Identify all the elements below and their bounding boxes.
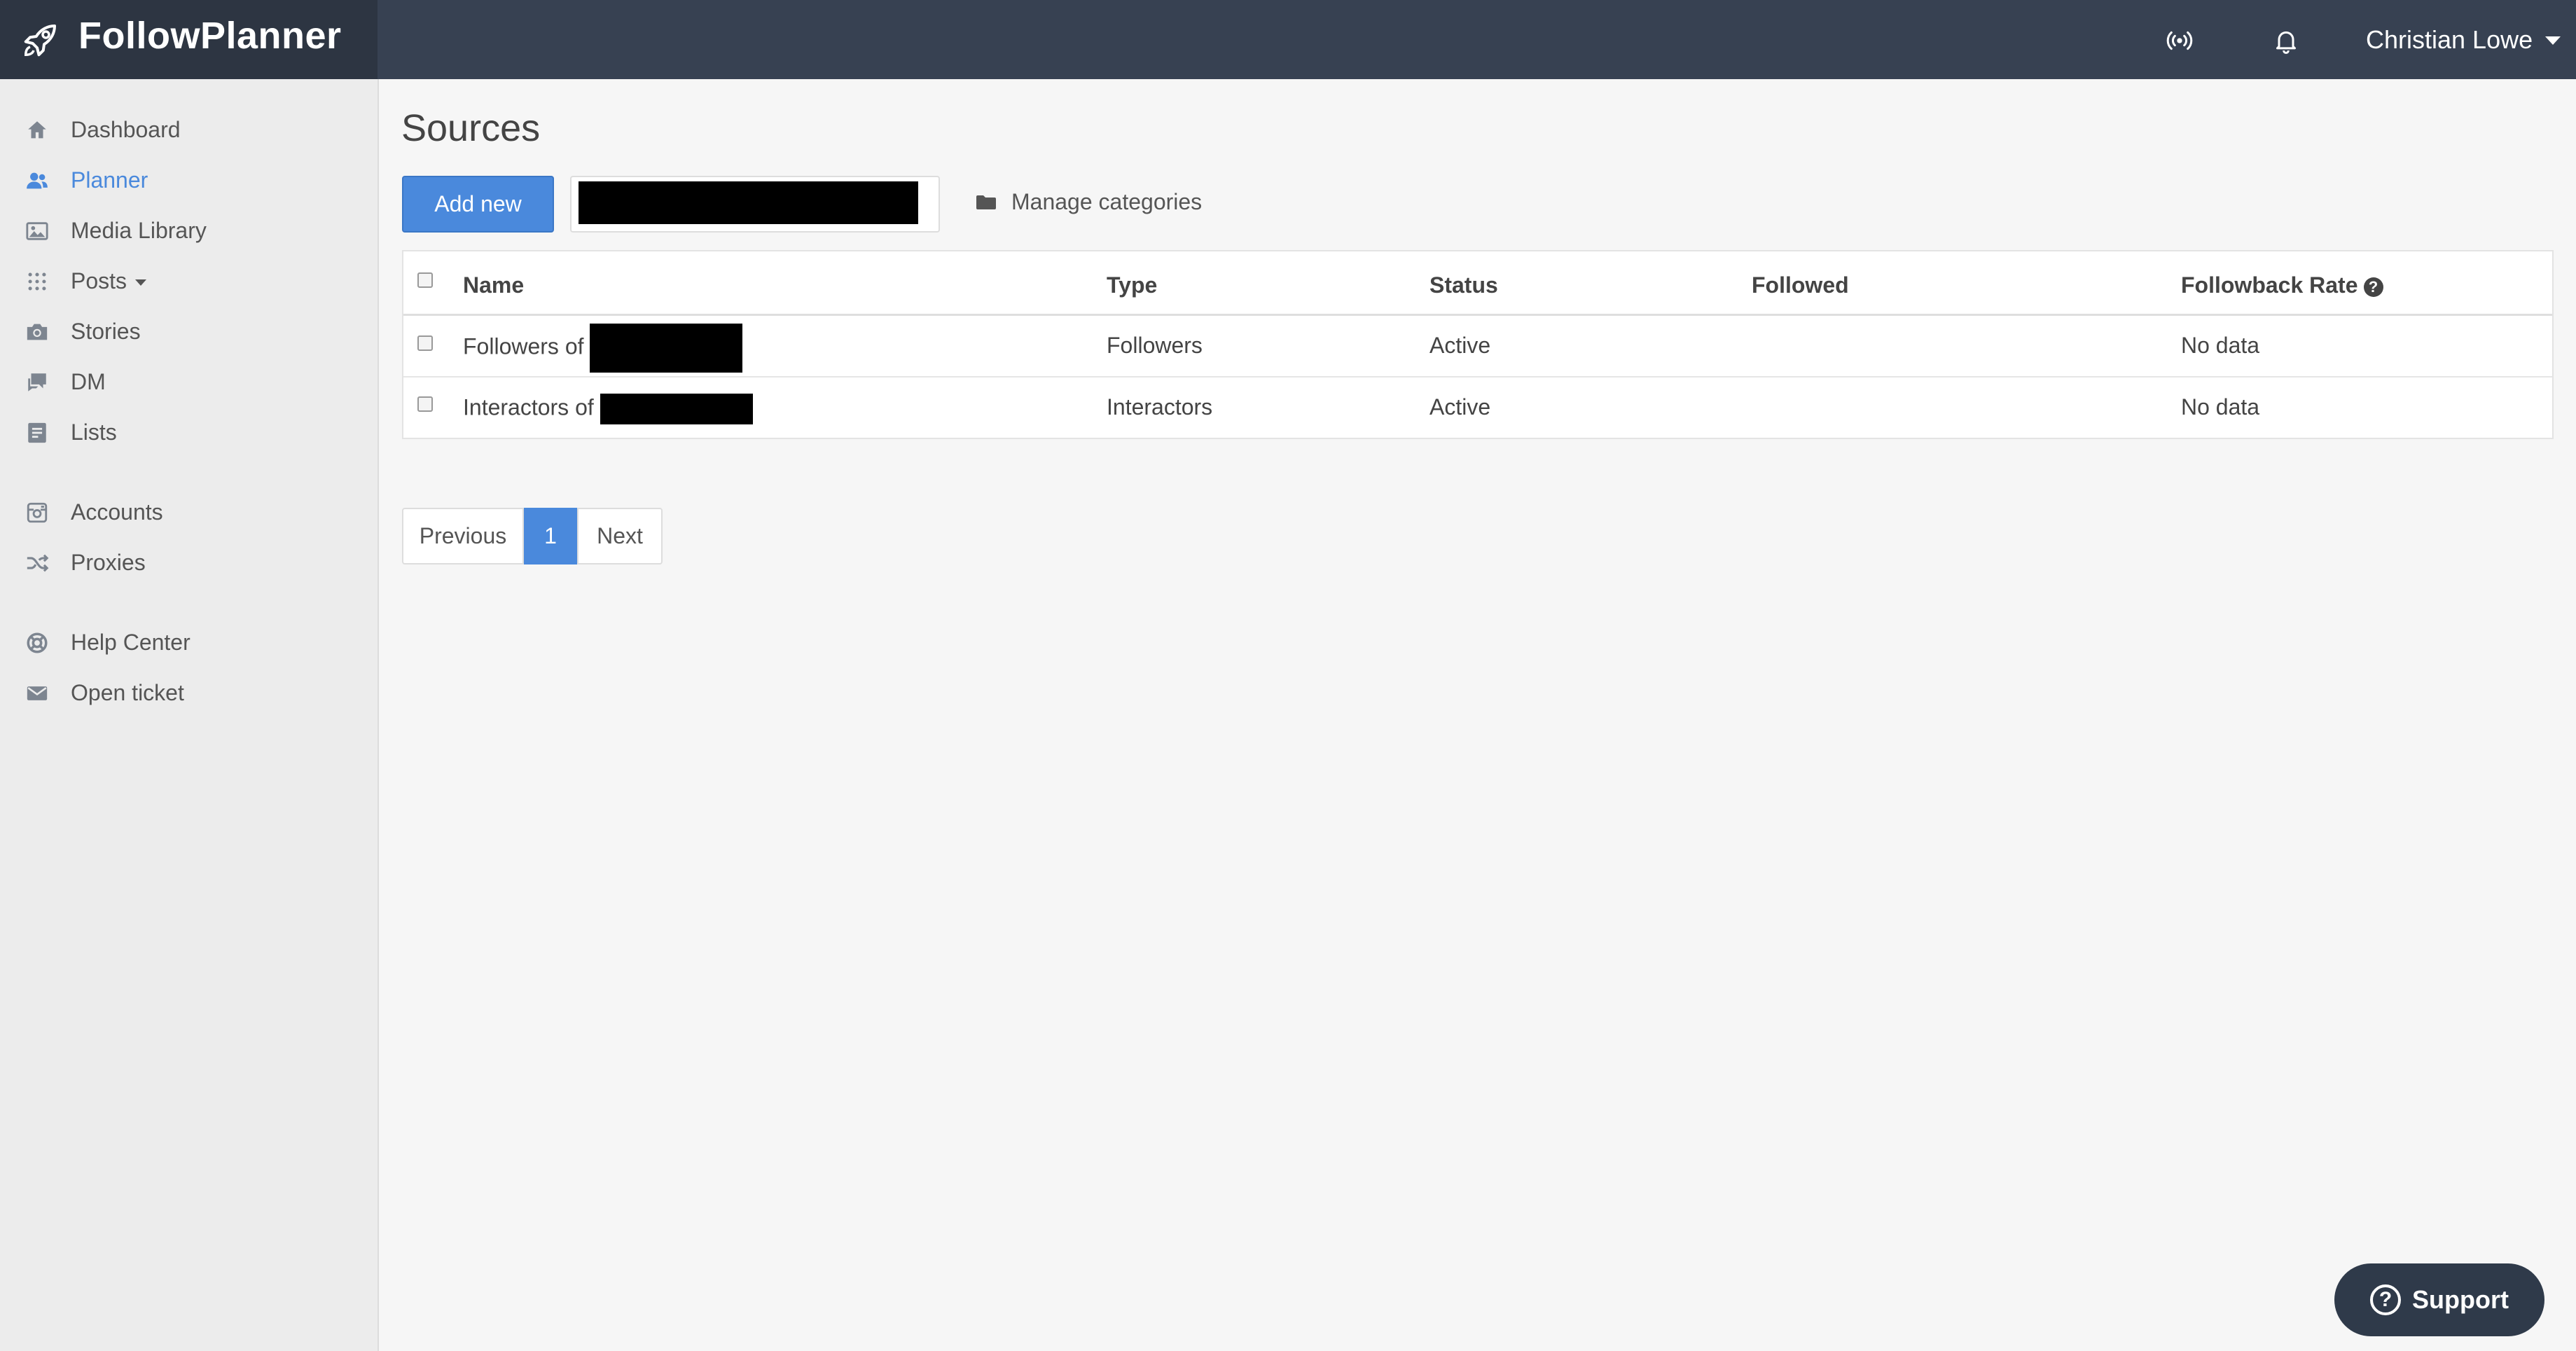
row-name: Interactors of <box>463 394 753 424</box>
header-divider <box>403 314 2552 316</box>
redacted-username <box>590 324 743 373</box>
instagram-icon <box>27 502 48 523</box>
sidebar-item-dm[interactable]: DM <box>0 361 378 403</box>
brand-name: FollowPlanner <box>78 15 342 57</box>
shuffle-icon <box>27 554 49 572</box>
pagination: Previous 1 Next <box>402 508 663 564</box>
envelope-icon <box>27 686 48 700</box>
sidebar-item-posts[interactable]: Posts <box>0 260 378 302</box>
sources-table: Name Type Status Followed Followback Rat… <box>402 250 2554 439</box>
row-checkbox[interactable] <box>417 396 433 412</box>
column-header-status[interactable]: Status <box>1429 272 1498 298</box>
sidebar-item-media-library[interactable]: Media Library <box>0 209 378 251</box>
rocket-icon <box>24 25 56 57</box>
chevron-down-icon <box>2545 36 2561 45</box>
sidebar-item-proxies[interactable]: Proxies <box>0 541 378 583</box>
question-icon[interactable]: ? <box>2363 277 2383 297</box>
lifebuoy-icon <box>27 632 48 653</box>
column-header-followback-rate[interactable]: Followback Rate? <box>2181 272 2383 298</box>
column-header-followed[interactable]: Followed <box>1752 272 1849 298</box>
sidebar-item-open-ticket[interactable]: Open ticket <box>0 672 378 714</box>
next-page-button[interactable]: Next <box>577 508 663 564</box>
user-name: Christian Lowe <box>2366 25 2533 54</box>
user-menu[interactable]: Christian Lowe <box>2366 25 2561 55</box>
support-button[interactable]: ? Support <box>2334 1263 2544 1336</box>
row-type: Interactors <box>1107 394 1213 420</box>
camera-icon <box>27 324 48 340</box>
list-icon <box>28 422 46 443</box>
row-status: Active <box>1429 394 1491 420</box>
sidebar: Dashboard Planner Media Library Posts St… <box>0 79 379 1351</box>
sidebar-item-dashboard[interactable]: Dashboard <box>0 109 378 151</box>
current-page-button[interactable]: 1 <box>524 508 577 564</box>
users-icon <box>27 172 48 189</box>
row-type: Followers <box>1107 333 1203 358</box>
manage-categories-link[interactable]: Manage categories <box>976 189 1202 215</box>
page-title: Sources <box>401 107 541 149</box>
add-new-button[interactable]: Add new <box>402 176 554 233</box>
category-select[interactable] <box>570 176 940 233</box>
row-divider <box>403 376 2552 377</box>
column-header-type[interactable]: Type <box>1107 272 1157 298</box>
row-status: Active <box>1429 333 1491 358</box>
row-followback-rate: No data <box>2181 333 2260 358</box>
brand[interactable]: FollowPlanner <box>0 0 378 79</box>
redacted-category <box>579 181 918 224</box>
grid-icon <box>28 272 46 291</box>
bell-icon[interactable] <box>2272 27 2300 55</box>
broadcast-icon[interactable] <box>2166 27 2194 55</box>
redacted-username <box>600 394 753 424</box>
question-circle-icon: ? <box>2370 1284 2401 1315</box>
column-header-name[interactable]: Name <box>463 272 524 298</box>
folder-icon <box>976 195 996 209</box>
sidebar-item-planner[interactable]: Planner <box>0 159 378 201</box>
home-icon <box>28 121 46 139</box>
sidebar-item-stories[interactable]: Stories <box>0 310 378 352</box>
sidebar-item-accounts[interactable]: Accounts <box>0 491 378 533</box>
sidebar-item-help-center[interactable]: Help Center <box>0 621 378 663</box>
chat-icon <box>28 373 46 392</box>
image-icon <box>26 222 48 240</box>
row-checkbox[interactable] <box>417 335 433 351</box>
row-followback-rate: No data <box>2181 394 2260 420</box>
chevron-down-icon <box>135 279 147 286</box>
top-navbar: FollowPlanner Christian Lowe <box>0 0 2576 79</box>
previous-page-button[interactable]: Previous <box>402 508 524 564</box>
select-all-checkbox[interactable] <box>417 272 433 288</box>
sidebar-item-lists[interactable]: Lists <box>0 411 378 453</box>
row-name: Followers of <box>463 324 743 373</box>
